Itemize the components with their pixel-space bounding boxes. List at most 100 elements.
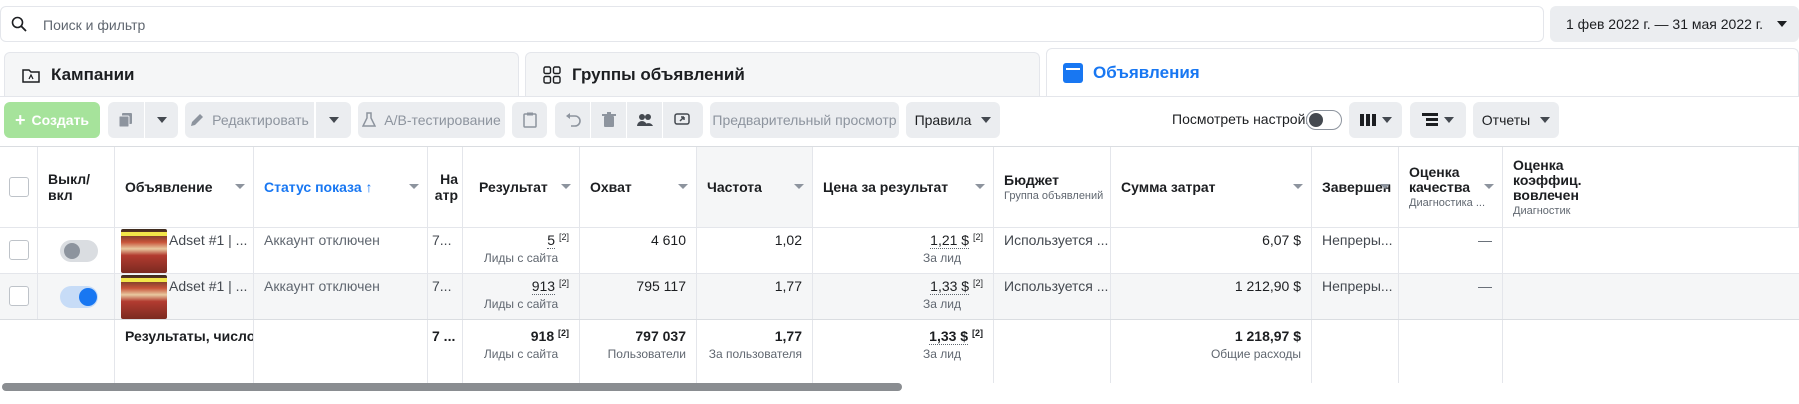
create-label: Создать <box>31 112 90 128</box>
chevron-down-icon <box>975 184 985 189</box>
header-ends-label: Завершен <box>1322 179 1392 195</box>
rules-label: Правила <box>914 112 972 128</box>
chevron-down-icon <box>1293 184 1303 189</box>
ad-toggle-off[interactable] <box>60 240 98 262</box>
scrollbar-thumb[interactable] <box>2 383 902 391</box>
ad-name-cell[interactable]: Adset #1 | ... <box>115 274 254 320</box>
row-select-cell <box>0 228 38 274</box>
result-cell: 5 [2] Лиды с сайта <box>463 228 580 274</box>
header-result[interactable]: Результат <box>463 147 580 227</box>
breakdown-button[interactable] <box>1410 102 1466 138</box>
header-attribution[interactable]: На атр <box>428 147 463 227</box>
cost-cell: 1,33 $ [2] За лид <box>813 274 994 320</box>
header-ad[interactable]: Объявление <box>115 147 254 227</box>
ad-name[interactable]: Adset #1 | ... <box>169 232 247 248</box>
plus-icon: + <box>14 109 26 130</box>
tab-campaigns-label: Кампании <box>51 64 135 84</box>
flask-icon <box>362 112 377 127</box>
header-amount-spent[interactable]: Сумма затрат <box>1111 147 1312 227</box>
delete-button[interactable] <box>591 102 626 138</box>
tab-adsets-label: Группы объявлений <box>572 64 745 84</box>
audience-button[interactable] <box>627 102 662 138</box>
search-input[interactable] <box>43 14 1523 36</box>
horizontal-scrollbar[interactable] <box>0 383 1799 393</box>
rules-button[interactable]: Правила <box>906 102 1000 138</box>
ad-name-cell[interactable]: Adset #1 | ... <box>115 228 254 274</box>
header-frequency[interactable]: Частота <box>697 147 813 227</box>
export-button[interactable] <box>663 102 703 138</box>
cost-value[interactable]: 1,33 $ <box>930 278 970 295</box>
header-toggle[interactable]: Выкл/ вкл <box>38 147 115 227</box>
totals-result-sub: Лиды с сайта <box>483 347 559 361</box>
duplicate-button[interactable] <box>108 102 144 138</box>
reach-cell: 795 117 <box>580 274 697 320</box>
row-checkbox[interactable] <box>9 240 29 260</box>
totals-attribution-cell: 7 ... <box>428 320 463 384</box>
result-value[interactable]: 913 <box>531 278 556 295</box>
duplicate-dropdown[interactable] <box>145 102 178 138</box>
chevron-down-icon <box>328 117 339 123</box>
reports-button[interactable]: Отчеты <box>1473 102 1559 138</box>
ad-thumbnail[interactable] <box>121 229 167 273</box>
clipboard-button[interactable] <box>512 102 547 138</box>
tab-adsets[interactable]: Группы объявлений <box>525 52 1040 96</box>
chevron-down-icon <box>409 184 419 189</box>
totals-cost-footnote: [2] <box>972 328 983 338</box>
columns-button[interactable] <box>1349 102 1402 138</box>
chevron-down-icon <box>1484 184 1494 189</box>
totals-frequency-cell: 1,77 За пользователя <box>697 320 813 384</box>
sort-arrow-up-icon: ↑ <box>365 179 373 195</box>
ends-cell: Непреры... <box>1312 228 1399 274</box>
header-budget-label: Бюджет <box>1004 172 1059 188</box>
ad-thumbnail[interactable] <box>121 275 167 319</box>
select-all-checkbox[interactable] <box>9 177 29 197</box>
status-text: Аккаунт отключен <box>264 232 380 248</box>
quality-cell: — <box>1399 228 1503 274</box>
edit-button[interactable]: Редактировать <box>185 102 314 138</box>
edit-dropdown[interactable] <box>316 102 351 138</box>
header-budget-sub: Группа объявлений <box>1004 190 1104 202</box>
date-range-picker[interactable]: 1 фев 2022 г. — 31 мая 2022 г. <box>1550 6 1799 42</box>
budget-value: Используется ... <box>1004 232 1109 248</box>
ab-test-button[interactable]: A/B-тестирование <box>358 102 505 138</box>
header-budget[interactable]: Бюджет Группа объявлений <box>994 147 1111 227</box>
chevron-down-icon <box>981 117 992 123</box>
frequency-value: 1,02 <box>774 232 802 248</box>
engagement-cell <box>1503 274 1799 320</box>
totals-label: Результаты, число... <box>125 328 254 344</box>
spent-value: 6,07 $ <box>1262 232 1301 248</box>
header-status[interactable]: Статус показа ↑ <box>254 147 428 227</box>
reach-cell: 4 610 <box>580 228 697 274</box>
ad-name[interactable]: Adset #1 | ... <box>169 278 247 294</box>
tab-ads[interactable]: Объявления <box>1046 48 1799 96</box>
totals-spacer <box>0 320 115 384</box>
preview-button[interactable]: Предварительный просмотр <box>710 102 899 138</box>
reach-value: 4 610 <box>650 232 686 248</box>
totals-cost[interactable]: 1,33 $ <box>929 328 969 345</box>
table-row[interactable]: Adset #1 | ... Аккаунт отключен 7... 913… <box>0 273 1799 320</box>
duplicate-icon <box>118 113 132 128</box>
header-ends[interactable]: Завершен <box>1312 147 1399 227</box>
totals-reach: 797 037 <box>635 328 686 344</box>
header-quality[interactable]: Оценка качества Диагностика ... <box>1399 147 1503 227</box>
quality-cell: — <box>1399 274 1503 320</box>
header-cost-per-result[interactable]: Цена за результат <box>813 147 994 227</box>
header-reach[interactable]: Охват <box>580 147 697 227</box>
create-button[interactable]: + Создать <box>4 102 100 138</box>
cost-value[interactable]: 1,21 $ <box>930 232 970 249</box>
engagement-cell <box>1503 228 1799 274</box>
ad-toggle-on[interactable] <box>60 286 98 308</box>
quality-value: — <box>1478 232 1492 248</box>
result-cell: 913 [2] Лиды с сайта <box>463 274 580 320</box>
table-row[interactable]: Adset #1 | ... Аккаунт отключен 7... 5 [… <box>0 227 1799 274</box>
tab-campaigns[interactable]: Кампании <box>4 52 519 96</box>
view-settings-toggle[interactable] <box>1306 110 1342 130</box>
row-checkbox[interactable] <box>9 286 29 306</box>
result-value[interactable]: 5 <box>547 232 556 249</box>
header-engagement[interactable]: Оценка коэффиц. вовлечен Диагностик <box>1503 147 1799 227</box>
level-tabs: Кампании Группы объявлений Объявления <box>0 48 1799 96</box>
attribution-value: 7... <box>432 232 452 248</box>
undo-button[interactable] <box>555 102 590 138</box>
toggle-knob <box>64 243 80 259</box>
totals-spent: 1 218,97 $ <box>1234 328 1301 344</box>
